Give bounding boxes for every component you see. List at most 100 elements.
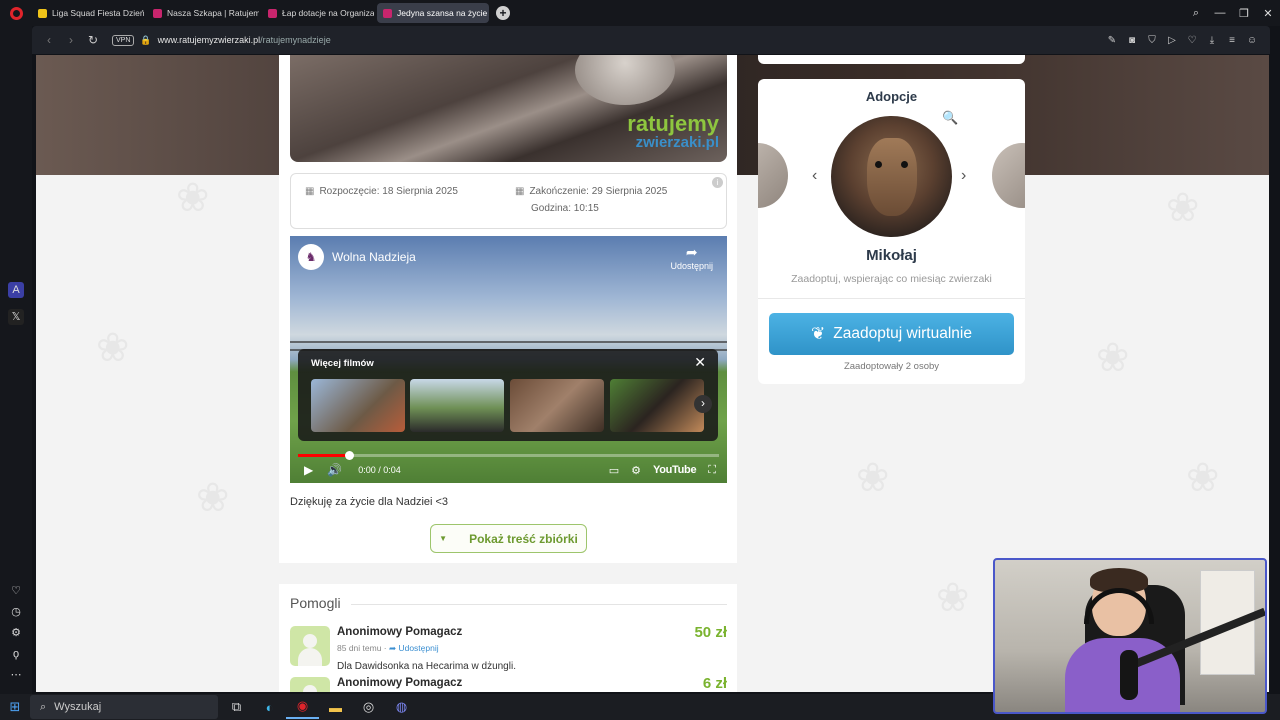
video-share-button[interactable]: ➦ Udostępnij <box>670 244 713 271</box>
donor-share-link[interactable]: ➦ Udostępnij <box>389 643 439 653</box>
tab-favicon-icon <box>38 8 47 18</box>
history-icon[interactable]: ◷ <box>8 604 24 620</box>
chevron-left-icon[interactable]: ‹ <box>812 167 817 185</box>
tab-lap-dotacje[interactable]: Łap dotacje na Organizacj <box>262 3 374 23</box>
maximize-button[interactable]: ❐ <box>1232 7 1256 20</box>
progress-knob[interactable] <box>344 451 354 460</box>
video-progress-bar[interactable] <box>298 451 719 460</box>
paw-pattern-icon: ❀ <box>1186 456 1220 500</box>
tab-nasza-szkapa[interactable]: Nasza Szkapa | Ratujemy <box>147 3 259 23</box>
reload-icon[interactable]: ↻ <box>82 33 104 47</box>
webcam-overlay <box>993 558 1267 714</box>
end-date: ▦ Zakończenie: 29 Sierpnia 2025 <box>515 186 667 197</box>
tab-search-icon[interactable]: ⌕ <box>1184 7 1208 20</box>
donors-title-divider <box>351 604 727 605</box>
obs-icon[interactable]: ◎ <box>352 699 385 715</box>
info-icon[interactable]: i <box>712 177 723 188</box>
donor-name: Anonimowy Pomagacz <box>337 626 463 638</box>
play-icon[interactable]: ▶ <box>304 463 313 477</box>
tab-title: Jedyna szansa na życie dl <box>397 8 489 18</box>
opera-logo-icon[interactable] <box>0 0 32 26</box>
close-window-button[interactable]: ✕ <box>1256 7 1280 20</box>
task-view-icon[interactable]: ⧉ <box>220 699 253 715</box>
tab-title: Nasza Szkapa | Ratujemy <box>167 8 259 18</box>
paw-pattern-icon: ❀ <box>856 456 890 500</box>
start-date: ▦ Rozpoczęcie: 18 Sierpnia 2025 <box>305 186 458 197</box>
fullscreen-icon[interactable]: ⛶ <box>708 464 716 477</box>
subtitles-icon[interactable]: ▭ <box>609 464 619 477</box>
discord-icon[interactable]: ◍ <box>385 699 418 715</box>
adoption-title: Adopcje <box>865 89 918 104</box>
back-icon[interactable]: ‹ <box>38 33 60 47</box>
pet-name: Mikołaj <box>866 247 917 264</box>
chevron-right-icon[interactable]: › <box>961 167 966 185</box>
paw-pattern-icon: ❀ <box>1096 336 1130 380</box>
new-tab-button[interactable]: + <box>496 6 510 20</box>
settings-gear-icon[interactable]: ⚙ <box>631 464 641 477</box>
forward-icon[interactable]: › <box>60 33 82 47</box>
donor-name: Anonimowy Pomagacz <box>337 677 463 689</box>
profile-icon[interactable]: ☺ <box>1242 35 1262 46</box>
zoom-icon[interactable]: 🔍 <box>942 110 958 126</box>
lightbulb-icon[interactable]: ϙ <box>8 646 24 662</box>
close-icon[interactable]: ✕ <box>694 354 706 371</box>
x-twitter-icon[interactable]: 𝕏 <box>8 309 24 325</box>
settings-icon[interactable]: ⚙ <box>8 625 24 641</box>
tab-strip: Liga Squad Fiesta Dzień 2 Nasza Szkapa |… <box>0 0 1280 26</box>
video-header: ♞ Wolna Nadzieja <box>298 244 416 270</box>
channel-avatar[interactable]: ♞ <box>298 244 324 270</box>
video-thumbnail[interactable] <box>311 379 405 432</box>
url-path: /ratujemynadzieje <box>260 35 331 45</box>
video-thumbnail[interactable] <box>410 379 504 432</box>
url-field[interactable]: www.ratujemyzwierzaki.pl/ratujemynadziej… <box>158 35 331 45</box>
file-explorer-icon[interactable]: ▬ <box>319 700 352 715</box>
video-channel-title[interactable]: Wolna Nadzieja <box>332 250 416 264</box>
video-thumbnail[interactable] <box>510 379 604 432</box>
download-icon[interactable]: ⤓ <box>1202 35 1222 46</box>
paw-heart-icon: ❦ <box>811 324 826 343</box>
tab-title: Liga Squad Fiesta Dzień 2 <box>52 8 144 18</box>
shield-icon[interactable]: ⛉ <box>1142 35 1162 46</box>
heart-icon[interactable]: ♡ <box>8 583 24 599</box>
heart-icon[interactable]: ♡ <box>1182 35 1202 46</box>
previous-pet-thumbnail[interactable] <box>758 143 788 208</box>
donor-avatar <box>290 677 330 692</box>
play-icon[interactable]: ▷ <box>1162 35 1182 46</box>
volume-icon[interactable]: 🔊 <box>327 463 342 477</box>
browser-sidebar: A 𝕏 ♡ ◷ ⚙ ϙ ⋯ <box>0 26 32 694</box>
chevron-right-icon[interactable]: › <box>694 395 712 413</box>
tab-liga-squad[interactable]: Liga Squad Fiesta Dzień 2 <box>32 3 144 23</box>
start-date-text: Rozpoczęcie: 18 Sierpnia 2025 <box>319 186 458 197</box>
edge-icon[interactable]: ◐ <box>253 700 286 715</box>
aria-icon[interactable]: A <box>8 282 24 298</box>
adopt-button-label: Zaadoptuj wirtualnie <box>833 325 972 342</box>
video-controls: ▶ 🔊 0:00 / 0:04 ▭ ⚙ YouTube ⛶ <box>304 462 716 478</box>
lock-icon[interactable]: 🔒 <box>140 35 151 46</box>
logo-line2: zwierzaki.pl <box>635 134 719 151</box>
taskbar-search[interactable]: ⌕ Wyszukaj <box>30 695 218 719</box>
youtube-logo[interactable]: YouTube <box>653 464 697 476</box>
paw-pattern-icon: ❀ <box>196 476 230 520</box>
adopt-virtually-button[interactable]: ❦ Zaadoptuj wirtualnie <box>769 313 1014 355</box>
vpn-badge[interactable]: VPN <box>112 34 135 46</box>
end-date-text: Zakończenie: 29 Sierpnia 2025 <box>529 186 668 197</box>
donor-time: 85 dni temu <box>337 643 382 653</box>
campaign-description: Dziękuję za życie dla Nadziei <3 <box>290 496 449 508</box>
opera-taskbar-icon[interactable]: ◉ <box>286 695 319 719</box>
menu-icon[interactable]: ≡ <box>1222 35 1242 46</box>
video-share-label: Udostępnij <box>670 261 713 271</box>
microphone-icon <box>1120 650 1138 700</box>
edit-icon[interactable]: ✎ <box>1102 35 1122 46</box>
adoption-divider <box>758 298 1025 299</box>
show-content-button[interactable]: ▼ Pokaż treść zbiórki <box>430 524 587 553</box>
video-thumbnail[interactable] <box>610 379 704 432</box>
camera-icon[interactable]: ◙ <box>1122 35 1142 46</box>
youtube-video-player[interactable]: ♞ Wolna Nadzieja ➦ Udostępnij Więcej fil… <box>290 236 727 483</box>
pet-photo[interactable] <box>831 116 952 237</box>
minimize-button[interactable]: — <box>1208 7 1232 19</box>
previous-card-bottom <box>758 55 1025 64</box>
more-icon[interactable]: ⋯ <box>8 667 24 683</box>
next-pet-thumbnail[interactable] <box>992 143 1025 208</box>
windows-start-icon[interactable]: ⊞ <box>0 699 30 715</box>
tab-jedyna-szansa[interactable]: Jedyna szansa na życie dl <box>377 3 489 23</box>
